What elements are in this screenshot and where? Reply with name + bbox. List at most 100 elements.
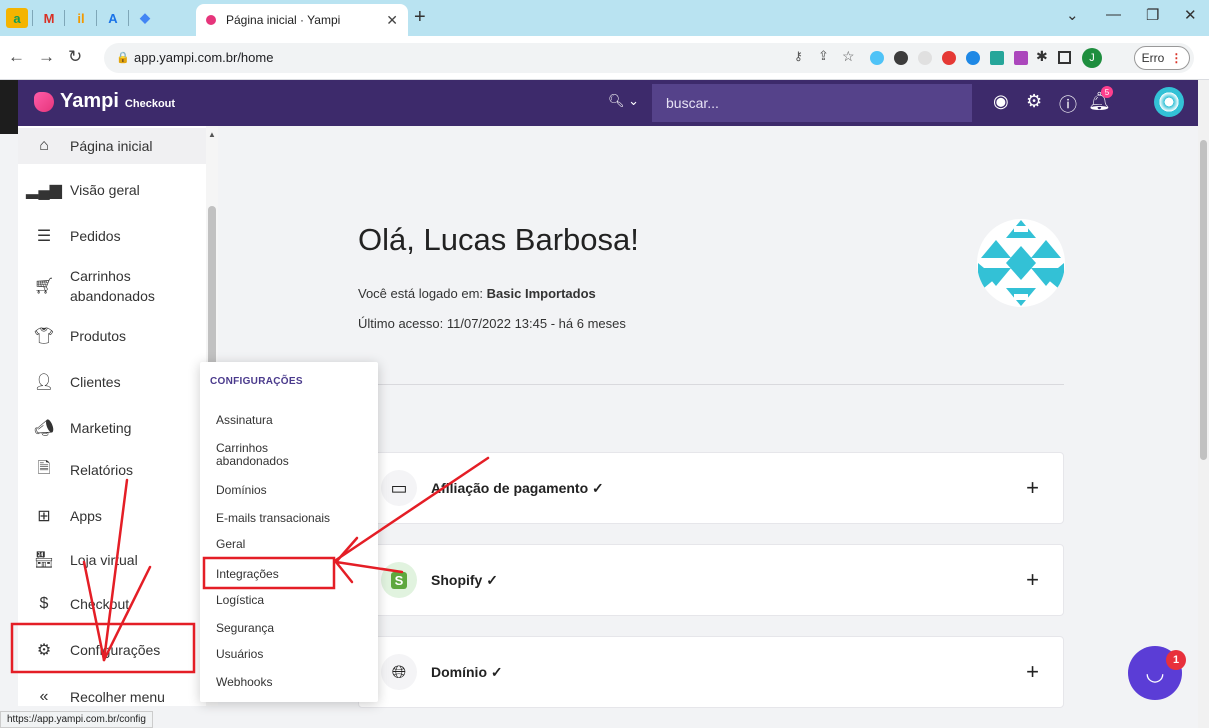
sidebar-item-label: Loja virtual: [70, 552, 138, 568]
user-icon: 👤︎: [33, 374, 55, 391]
reload-button[interactable]: ↻: [68, 47, 82, 67]
card-shopify[interactable]: S Shopify ✓ +: [358, 544, 1064, 616]
pinned-tab-sheets[interactable]: a: [6, 8, 28, 28]
key-icon[interactable]: ⚷: [794, 49, 803, 63]
brand-name: Yampi: [60, 90, 119, 112]
tab-separator: [96, 10, 97, 26]
store-info: Você está logado em: Basic Importados: [358, 286, 596, 301]
sidebar-item-label: Marketing: [70, 420, 132, 436]
page-scroll-thumb[interactable]: [1200, 140, 1207, 460]
flyout-item-general[interactable]: Geral: [216, 538, 245, 551]
card-payment-affiliation[interactable]: ▭ Afiliação de pagamento ✓ +: [358, 452, 1064, 524]
expand-plus-icon[interactable]: +: [1026, 659, 1039, 685]
collapse-menu-button[interactable]: « Recolher menu: [18, 682, 206, 712]
profile-initial: J: [1089, 52, 1095, 64]
sidebar-item-overview[interactable]: ▂▄▆ Visão geral: [18, 172, 206, 208]
tab-title: Página inicial · Yampi: [226, 13, 341, 27]
extension-icon[interactable]: [942, 51, 956, 65]
expand-plus-icon[interactable]: +: [1026, 475, 1039, 501]
eye-icon[interactable]: ◉: [993, 91, 1009, 112]
sidebar-item-apps[interactable]: ⊞ Apps: [18, 498, 206, 534]
minimize-window-button[interactable]: —: [1106, 6, 1121, 23]
flyout-item-webhooks[interactable]: Webhooks: [216, 676, 272, 689]
extension-icon[interactable]: [990, 51, 1004, 65]
yampi-logo[interactable]: Yampi Checkout: [34, 90, 175, 113]
last-access-text: Último acesso: 11/07/2022 13:45 - há 6 m…: [358, 316, 626, 331]
collapse-icon: «: [39, 688, 49, 705]
sidebar-item-products[interactable]: 👕︎ Produtos: [18, 318, 206, 354]
gear-icon: ⚙: [36, 642, 52, 659]
share-icon[interactable]: ⇪: [818, 48, 829, 64]
extensions-puzzle-icon[interactable]: ✱: [1036, 48, 1048, 65]
extension-icon[interactable]: [1014, 51, 1028, 65]
sidebar-item-label: Produtos: [70, 328, 127, 344]
sidebar-item-orders[interactable]: ☰ Pedidos: [18, 218, 206, 254]
sidebar-item-home[interactable]: ⌂ Página inicial: [18, 128, 206, 164]
app-header: Yampi Checkout 🔍︎ ⌄ ◉ ⚙ ⓘ 🔔︎ 5: [18, 80, 1198, 126]
search-box: [652, 84, 972, 122]
extension-icon[interactable]: [966, 51, 980, 65]
pinned-tab-ads[interactable]: A: [102, 8, 124, 28]
extension-icon[interactable]: [894, 51, 908, 65]
address-bar[interactable]: 🔒 app.yampi.com.br/home ⚷ ⇪ ☆ ✱ J Erro ⋮: [104, 43, 1194, 73]
side-panel-icon[interactable]: [1058, 51, 1071, 64]
search-scope-toggle[interactable]: 🔍︎ ⌄: [608, 93, 639, 109]
back-button[interactable]: ←: [8, 47, 25, 67]
divider: [358, 384, 1064, 385]
forward-button[interactable]: →: [38, 47, 55, 67]
sidebar-item-abandoned-carts[interactable]: 🛒︎ Carrinhos abandonados: [18, 262, 206, 310]
card-domain[interactable]: 🌐︎ Domínio ✓ +: [358, 636, 1064, 708]
pinned-tab-label: il: [77, 10, 85, 26]
close-window-button[interactable]: ✕: [1184, 6, 1197, 24]
flyout-item-users[interactable]: Usuários: [216, 648, 263, 661]
report-icon: 🗎: [37, 459, 51, 477]
extension-icon[interactable]: [918, 51, 932, 65]
sidebar-item-label: Checkout: [70, 596, 130, 612]
url-text: app.yampi.com.br/home: [134, 50, 274, 65]
sidebar-item-virtual-store[interactable]: 🏪︎ Loja virtual: [18, 542, 206, 578]
flyout-item-subscription[interactable]: Assinatura: [216, 414, 273, 427]
close-tab-icon[interactable]: ✕: [386, 12, 398, 29]
pinned-tab-analytics[interactable]: il: [70, 8, 92, 28]
brand-subtitle: Checkout: [124, 98, 176, 110]
sidebar-item-label: Pedidos: [70, 228, 121, 244]
chevron-down-icon: ⌄: [628, 93, 640, 108]
scroll-up-arrow-icon[interactable]: ▲: [208, 130, 216, 139]
notification-badge: 5: [1101, 86, 1113, 98]
extension-icon[interactable]: [870, 51, 884, 65]
flyout-item-transactional-emails[interactable]: E-mails transacionais: [216, 512, 330, 525]
globe-icon: 🌐︎: [381, 654, 417, 690]
help-icon[interactable]: ⓘ: [1059, 91, 1077, 117]
flyout-item-abandoned-carts[interactable]: Carrinhos abandonados: [216, 442, 326, 468]
checkout-icon: $: [39, 595, 49, 612]
expand-plus-icon[interactable]: +: [1026, 567, 1039, 593]
sidebar-item-checkout[interactable]: $ Checkout: [18, 586, 206, 622]
gear-icon[interactable]: ⚙: [1026, 91, 1042, 112]
bookmark-star-icon[interactable]: ☆: [842, 48, 855, 65]
browser-tab-strip: a M il A ◆ Página inicial · Yampi ✕ + ⌄ …: [0, 0, 1209, 36]
search-input[interactable]: [652, 84, 972, 122]
error-label: Erro: [1141, 51, 1165, 65]
apps-icon: ⊞: [37, 508, 51, 525]
sidebar-item-marketing[interactable]: 📣︎ Marketing: [18, 410, 206, 446]
pinned-tab-gmail[interactable]: M: [38, 8, 60, 28]
new-tab-button[interactable]: +: [414, 6, 426, 29]
pinned-tab-other[interactable]: ◆: [134, 8, 156, 28]
sidebar-item-customers[interactable]: 👤︎ Clientes: [18, 364, 206, 400]
sidebar-item-settings[interactable]: ⚙ Configurações: [18, 630, 206, 670]
active-browser-tab[interactable]: Página inicial · Yampi ✕: [196, 4, 408, 36]
flyout-item-domains[interactable]: Domínios: [216, 484, 267, 497]
flyout-item-logistics[interactable]: Logística: [216, 594, 264, 607]
avatar[interactable]: [1154, 87, 1184, 117]
tab-search-chevron-icon[interactable]: ⌄: [1066, 6, 1079, 24]
lock-icon[interactable]: 🔒: [116, 51, 130, 64]
flyout-item-security[interactable]: Segurança: [216, 622, 274, 635]
sidebar-item-label: Página inicial: [70, 138, 153, 154]
sidebar-item-reports[interactable]: 🗎 Relatórios: [18, 452, 206, 488]
pinned-tab-label: M: [43, 10, 55, 26]
flyout-item-integrations[interactable]: Integrações: [216, 568, 279, 581]
yampi-favicon-icon: [206, 15, 216, 25]
browser-error-button[interactable]: Erro ⋮: [1134, 46, 1190, 70]
restore-window-button[interactable]: ❐: [1146, 6, 1159, 24]
profile-avatar[interactable]: J: [1082, 48, 1102, 68]
